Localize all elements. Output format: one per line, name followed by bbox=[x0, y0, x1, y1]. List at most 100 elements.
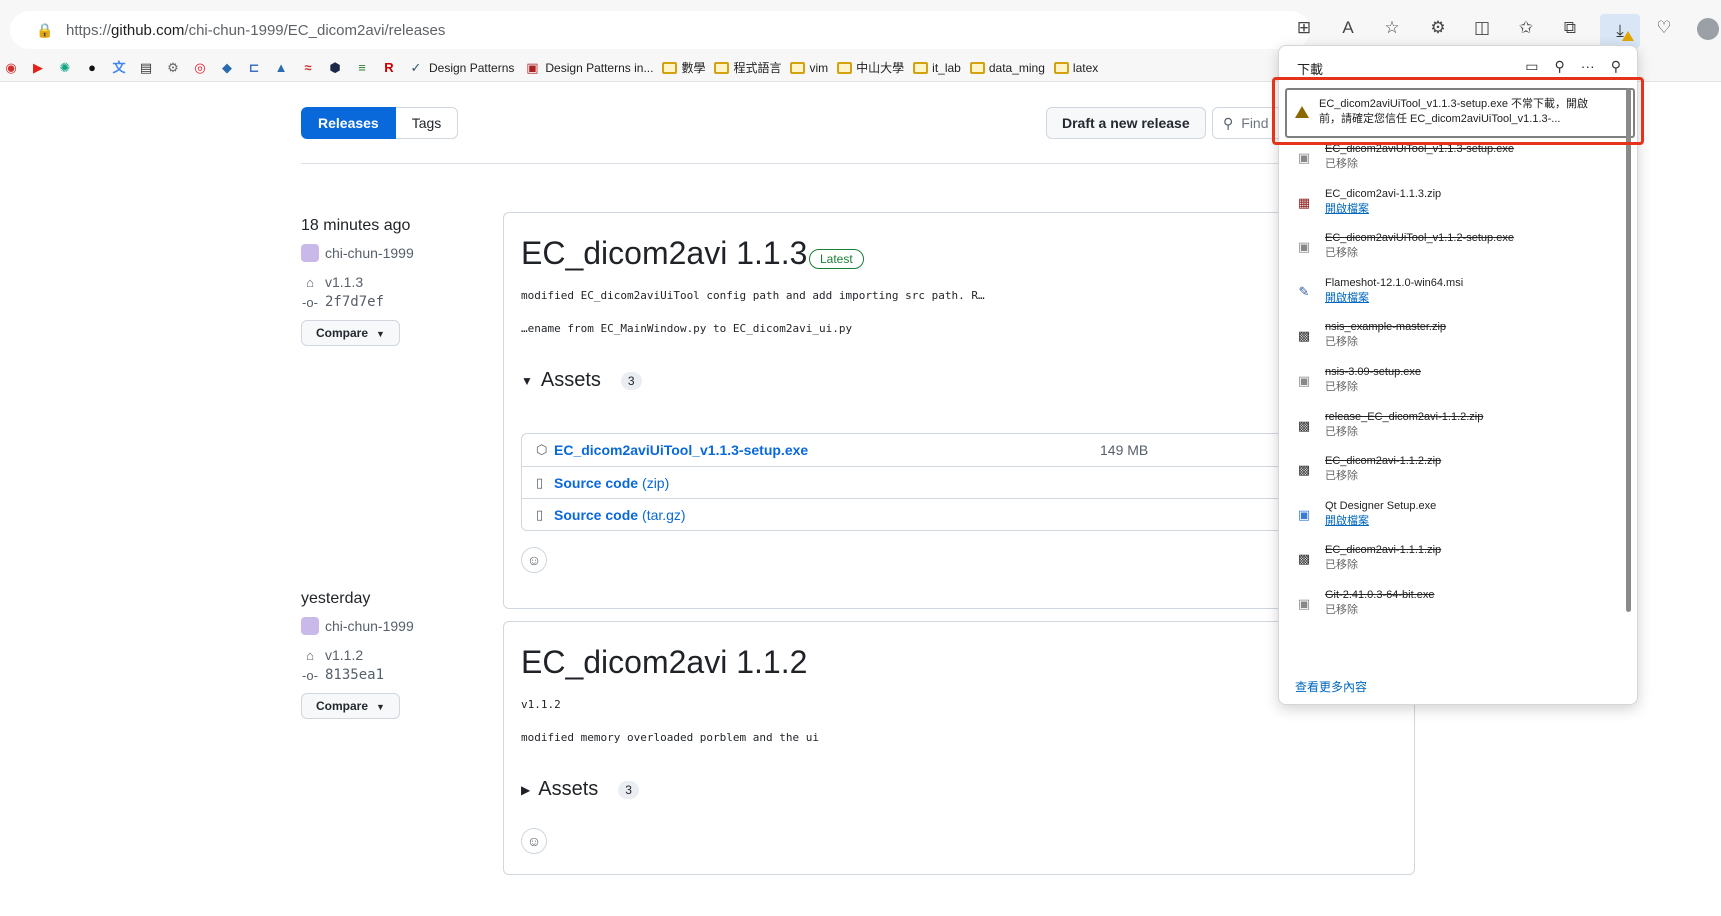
favorite-star-icon[interactable]: ☆ bbox=[1370, 18, 1414, 38]
bookmark-item[interactable]: ✓ Design Patterns bbox=[407, 60, 515, 76]
download-item[interactable]: ▣ EC_dicom2aviUiTool_v1.1.2-setup.exe 已移除 bbox=[1291, 227, 1627, 273]
download-item[interactable]: ▣ Git-2.41.0.3-64-bit.exe 已移除 bbox=[1291, 584, 1627, 630]
dp2-icon: ▣ bbox=[526, 59, 539, 75]
open-file-link[interactable]: 開啟檔案 bbox=[1325, 514, 1436, 529]
bookmark-item[interactable]: 中山大學 bbox=[837, 59, 904, 76]
asset-row[interactable]: ⬡ EC_dicom2aviUiTool_v1.1.3-setup.exe 14… bbox=[522, 434, 1398, 466]
apps-icon[interactable]: ⊞ bbox=[1282, 18, 1326, 38]
download-item[interactable]: ▩ nsis_example-master.zip 已移除 bbox=[1291, 316, 1627, 362]
collections-icon[interactable]: ⧉ bbox=[1548, 18, 1592, 38]
bookmark-item[interactable]: ✺ bbox=[56, 60, 74, 76]
tag-link[interactable]: v1.1.2 bbox=[325, 647, 363, 663]
bookmark-item[interactable]: 文 bbox=[110, 60, 128, 76]
books-icon: ≡ bbox=[358, 59, 366, 75]
assets-toggle[interactable]: ▶ Assets 3 bbox=[521, 778, 639, 801]
bookmark-item[interactable]: latex bbox=[1053, 61, 1098, 75]
tab-tags[interactable]: Tags bbox=[395, 107, 459, 139]
highlight-box bbox=[1272, 77, 1644, 145]
avatar[interactable] bbox=[301, 244, 319, 262]
asset-link[interactable]: Source code bbox=[554, 475, 638, 491]
bookmark-item[interactable]: 程式語言 bbox=[714, 59, 781, 76]
pin-icon[interactable]: ⚲ bbox=[1611, 58, 1621, 75]
bookmark-item[interactable]: ▤ bbox=[137, 60, 155, 76]
profile-avatar[interactable] bbox=[1697, 18, 1719, 40]
release-description-line: v1.1.2 bbox=[521, 698, 561, 711]
download-item[interactable]: ▩ release_EC_dicom2avi-1.1.2.zip 已移除 bbox=[1291, 406, 1627, 452]
more-options-icon[interactable]: ··· bbox=[1581, 58, 1595, 75]
bookmark-label: vim bbox=[809, 60, 829, 75]
asset-suffix[interactable]: (zip) bbox=[642, 475, 669, 491]
exe-icon: ▣ bbox=[1297, 239, 1311, 255]
extensions-icon[interactable]: ⚙ bbox=[1416, 18, 1460, 38]
read-aloud-icon[interactable]: A bbox=[1326, 18, 1370, 38]
lock-icon[interactable]: 🔒 bbox=[36, 22, 54, 39]
commit-link[interactable]: 2f7d7ef bbox=[325, 294, 384, 310]
tag-icon: ⌂ bbox=[306, 647, 314, 663]
bookmark-item[interactable]: ◉ bbox=[2, 60, 20, 76]
download-item[interactable]: ▩ EC_dicom2avi-1.1.1.zip 已移除 bbox=[1291, 539, 1627, 585]
bookmark-item[interactable]: R bbox=[380, 60, 398, 76]
asset-link[interactable]: Source code bbox=[554, 507, 638, 523]
bookmark-item[interactable]: ≡ bbox=[353, 60, 371, 76]
favorites-icon[interactable]: ✩ bbox=[1504, 18, 1548, 38]
search-icon[interactable]: ⚲ bbox=[1554, 58, 1564, 75]
bookmark-item[interactable]: ▲ bbox=[272, 60, 290, 76]
asset-suffix[interactable]: (tar.gz) bbox=[642, 507, 686, 523]
compare-button[interactable]: Compare ▼ bbox=[301, 693, 400, 719]
smiley-icon[interactable]: ☺ bbox=[521, 547, 547, 573]
download-item[interactable]: ▣ nsis-3.09-setup.exe 已移除 bbox=[1291, 361, 1627, 407]
download-item[interactable]: ✎ Flameshot-12.1.0-win64.msi 開啟檔案 bbox=[1291, 272, 1627, 318]
bookmark-label: 數學 bbox=[681, 61, 706, 75]
download-item[interactable]: ▦ EC_dicom2avi-1.1.3.zip 開啟檔案 bbox=[1291, 183, 1627, 229]
asset-size: 149 MB bbox=[1100, 442, 1149, 458]
author-link[interactable]: chi-chun-1999 bbox=[325, 618, 414, 634]
bookmark-label: 中山大學 bbox=[856, 61, 905, 75]
open-file-link[interactable]: 開啟檔案 bbox=[1325, 291, 1463, 306]
bookmark-item[interactable]: ⬢ bbox=[326, 60, 344, 76]
download-status: 已移除 bbox=[1325, 247, 1358, 260]
bookmark-item[interactable]: it_lab bbox=[913, 61, 961, 75]
bookmark-label: 程式語言 bbox=[733, 61, 782, 75]
latest-badge: Latest bbox=[809, 249, 864, 269]
scrollbar[interactable] bbox=[1626, 88, 1631, 612]
folder-icon bbox=[913, 61, 929, 74]
bookmark-item[interactable]: ⊏ bbox=[245, 60, 263, 76]
downloads-title: 下載 bbox=[1297, 62, 1324, 77]
tag-link[interactable]: v1.1.3 bbox=[325, 274, 363, 290]
release-title[interactable]: EC_dicom2avi 1.1.2 bbox=[521, 644, 807, 681]
gear-icon: ⚙ bbox=[167, 59, 179, 75]
open-folder-icon[interactable]: ▭ bbox=[1525, 58, 1538, 75]
draft-release-button[interactable]: Draft a new release bbox=[1046, 107, 1206, 139]
open-file-link[interactable]: 開啟檔案 bbox=[1325, 202, 1441, 217]
bookmark-item[interactable]: vim bbox=[790, 61, 828, 75]
commit-link[interactable]: 8135ea1 bbox=[325, 667, 384, 683]
address-bar[interactable]: 🔒 https://github.com/chi-chun-1999/EC_di… bbox=[10, 11, 1310, 49]
bookmark-item[interactable]: ⚙ bbox=[164, 60, 182, 76]
downloads-button[interactable]: ⤓ bbox=[1600, 14, 1640, 48]
author-link[interactable]: chi-chun-1999 bbox=[325, 245, 414, 261]
bookmark-item[interactable]: ▶ bbox=[29, 60, 47, 76]
bookmark-item[interactable]: data_ming bbox=[969, 61, 1045, 75]
tab-releases[interactable]: Releases bbox=[301, 107, 396, 139]
release-title[interactable]: EC_dicom2avi 1.1.3 bbox=[521, 235, 807, 272]
bookmark-item[interactable]: ◆ bbox=[218, 60, 236, 76]
bookmark-item[interactable]: ● bbox=[83, 60, 101, 76]
compare-button[interactable]: Compare ▼ bbox=[301, 320, 400, 346]
assets-toggle[interactable]: ▼ Assets 3 bbox=[521, 369, 642, 392]
bookmark-item[interactable]: 數學 bbox=[662, 59, 705, 76]
asset-row[interactable]: ▯ Source code (tar.gz) bbox=[522, 498, 1398, 530]
asset-link[interactable]: EC_dicom2aviUiTool_v1.1.3-setup.exe bbox=[554, 442, 808, 458]
split-screen-icon[interactable]: ◫ bbox=[1460, 18, 1504, 38]
bookmark-item[interactable]: ◎ bbox=[191, 60, 209, 76]
smiley-icon[interactable]: ☺ bbox=[521, 828, 547, 854]
see-more-link[interactable]: 查看更多內容 bbox=[1295, 678, 1367, 695]
bookmark-item[interactable]: ▣ Design Patterns in... bbox=[523, 60, 653, 76]
download-status: 已移除 bbox=[1325, 336, 1358, 349]
url-text[interactable]: https://github.com/chi-chun-1999/EC_dico… bbox=[66, 22, 445, 39]
avatar[interactable] bbox=[301, 617, 319, 635]
browser-essentials-icon[interactable]: ♡ bbox=[1642, 18, 1686, 38]
asset-row[interactable]: ▯ Source code (zip) bbox=[522, 466, 1398, 498]
download-item[interactable]: ▣ Qt Designer Setup.exe 開啟檔案 bbox=[1291, 495, 1627, 541]
download-item[interactable]: ▩ EC_dicom2avi-1.1.2.zip 已移除 bbox=[1291, 450, 1627, 496]
bookmark-item[interactable]: ≈ bbox=[299, 60, 317, 76]
